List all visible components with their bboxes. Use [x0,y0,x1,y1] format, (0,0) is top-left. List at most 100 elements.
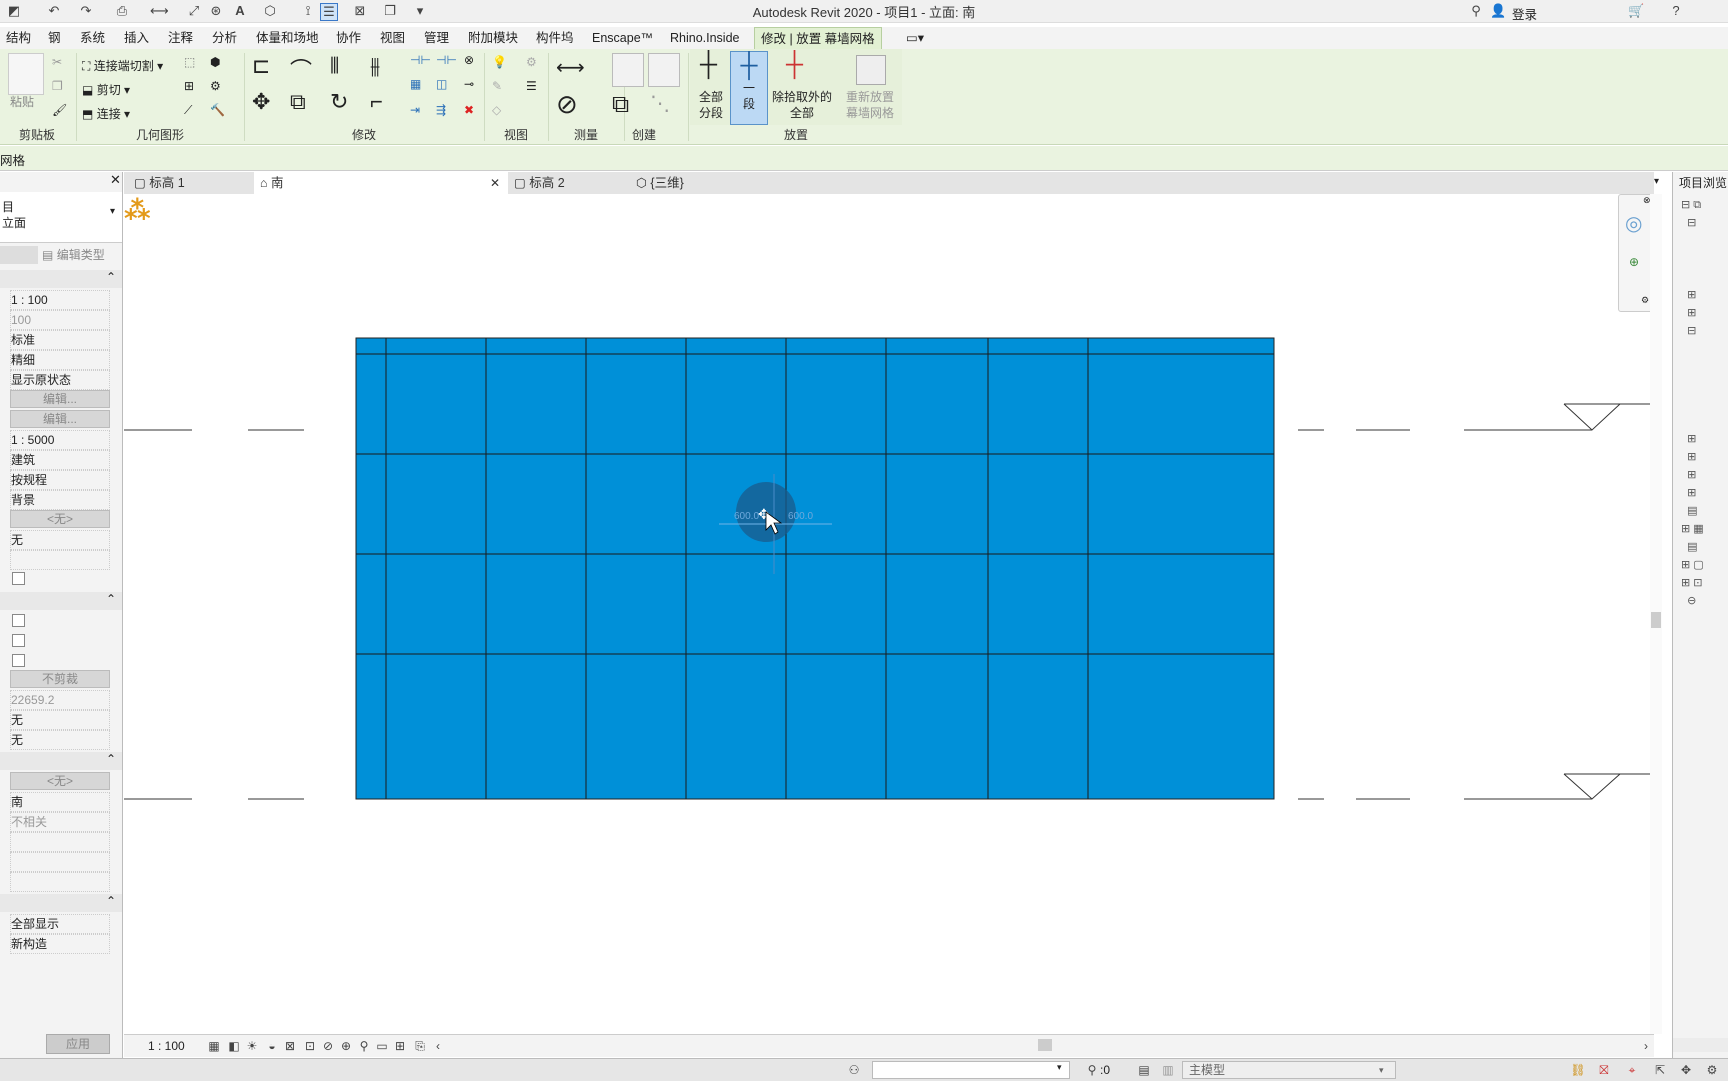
tab-insert[interactable]: 插入 [118,27,155,49]
crop-view-checkbox[interactable] [12,614,25,627]
scope-box-field[interactable]: 无 [10,710,110,730]
design-option-toggle-icon[interactable]: ▥ [1160,1062,1176,1078]
line-style-icon[interactable]: ☰ [526,79,537,93]
help-icon[interactable]: ? [1668,3,1684,19]
select-underlay-icon[interactable]: ⛝ [1596,1062,1612,1078]
ribbon-minimize-icon[interactable]: ▭▾ [900,27,930,49]
curtain-wall[interactable] [355,337,1275,800]
select-by-face-icon[interactable]: ⇱ [1652,1062,1668,1078]
phase-field[interactable]: 新构造 [10,934,110,954]
steering-wheel-icon[interactable]: ◎ [1625,211,1642,236]
rotate-icon[interactable]: ↻ [330,89,348,115]
delete-icon[interactable]: ✖ [464,103,474,117]
tab-steel[interactable]: 钢 [42,27,67,49]
tab-massing[interactable]: 体量和场地 [250,27,325,49]
temp-hide-icon[interactable]: ⊕ [338,1038,354,1054]
tab-systems[interactable]: 系统 [74,27,111,49]
detail-level-field[interactable]: 精细 [10,350,110,370]
select-pinned-icon[interactable]: ⌖ [1624,1062,1640,1078]
tab-components[interactable]: 构件坞 [530,27,580,49]
analytical-model-icon[interactable]: ⊞ [392,1038,408,1054]
reveal-hidden-icon[interactable]: ⚲ [356,1038,372,1054]
show-hidden-lines-field[interactable]: 按规程 [10,470,110,490]
section-header-identity[interactable]: ⌃ [0,752,122,770]
paint-icon[interactable]: ⚙ [210,79,221,93]
align-icon[interactable]: ⊏ [252,53,270,79]
dim-right-label[interactable]: 600.0 [788,511,813,522]
tab-manage[interactable]: 管理 [418,27,455,49]
annotation-crop-checkbox[interactable] [12,654,25,667]
color-scheme-location-field[interactable]: 背景 [10,490,110,510]
crop-view-icon[interactable]: ⊠ [282,1038,298,1054]
temp-view-props-icon[interactable]: ▭ [374,1038,390,1054]
vertical-scrollbar[interactable] [1650,194,1662,1034]
worksets-icon[interactable]: ⚇ [846,1062,862,1078]
undo-icon[interactable]: ↶ [46,3,62,19]
cut-join-button[interactable]: ⛶ 连接端切割 ▾ [82,57,163,74]
tab-level-2[interactable]: ▢ 标高 2 [508,172,632,194]
create-group-icon[interactable]: ⧉ [612,91,629,119]
customize-qat-icon[interactable]: ▾ [412,3,428,19]
dimension-icon[interactable]: ⤢ [186,3,202,19]
relocate-grid-button[interactable]: 重新放置 幕墙网格 [840,89,900,121]
user-icon[interactable]: 👤 [1490,3,1506,19]
text-icon[interactable]: A [232,3,248,19]
section-icon[interactable]: ⟟ [300,3,316,19]
paste-icon[interactable] [8,53,44,95]
cart-icon[interactable]: 🛒 [1628,3,1644,19]
override-icon[interactable]: ⚙ [526,55,537,69]
horizontal-scroll-thumb[interactable] [1038,1039,1052,1051]
vg-overrides-edit-button[interactable]: 编辑... [10,390,110,408]
visual-style-icon[interactable]: ◧ [226,1038,242,1054]
join-button[interactable]: ⬒ 连接 ▾ [82,105,130,122]
extend-icon[interactable]: ⇥ [410,103,420,117]
all-segments-icon[interactable]: ┼ [700,51,717,79]
beam-join-icon[interactable]: ⟋ [184,103,192,118]
shadows-icon[interactable]: ◒ [264,1038,280,1054]
associated-datum-field[interactable]: 无 [10,730,110,750]
copy-icon[interactable]: ⧉ [290,89,306,115]
color-scheme-button[interactable]: <无> [10,510,110,528]
measure-icon[interactable]: ⟷ [150,3,169,19]
tab-south-elevation[interactable]: ⌂ 南 ✕ [254,172,508,194]
tab-rhino-inside[interactable]: Rhino.Inside [664,27,746,49]
tab-overflow-icon[interactable]: ▾ [1654,176,1659,187]
tab-addins[interactable]: 附加模块 [462,27,524,49]
close-icon[interactable]: ✕ [110,172,121,188]
default-analysis-field[interactable]: 无 [10,530,110,550]
pin-icon[interactable]: ⊸ [464,77,474,91]
tab-annotate[interactable]: 注释 [162,27,199,49]
match-properties-icon[interactable]: 🖌 [52,103,67,117]
scroll-right-icon[interactable]: › [1638,1038,1654,1054]
all-except-picked-button[interactable]: 除拾取外的 全部 [770,89,834,121]
split-gap-icon[interactable]: ⊣⊢ [436,53,457,67]
browser-tree[interactable]: ⊟ ⧉ ⊟ ⊞ ⊞ ⊟ ⊞ ⊞ ⊞ ⊞ ▤ ⊞ ▦ ▤ ⊞ ▢ ⊞ ⊡ ⊖ [1681,196,1704,610]
create-parts-icon[interactable] [648,53,680,87]
trim-icon[interactable]: ⌐ [370,89,383,115]
close-hidden-icon[interactable]: ⊠ [352,3,368,19]
similar-icon[interactable]: ⋱ [650,91,670,116]
apply-button[interactable]: 应用 [46,1034,110,1054]
empty-field-2[interactable] [10,832,110,852]
extend-multi-icon[interactable]: ⇶ [436,103,446,117]
discipline-field[interactable]: 建筑 [10,450,110,470]
highlight-displacement-icon[interactable]: ⎘ [412,1038,428,1054]
view-template-button[interactable]: <无> [10,772,110,790]
aligned-dimension-icon[interactable]: ⊘ [556,89,578,120]
view-name-field[interactable]: 南 [10,792,110,812]
tab-enscape[interactable]: Enscape™ [586,27,659,49]
switch-windows-icon[interactable]: ❐ [382,3,398,19]
one-segment-button[interactable]: ┼ 一 段 [730,51,768,125]
parts-visibility-field[interactable]: 显示原状态 [10,370,110,390]
cut-clip-icon[interactable]: ✂ [52,55,62,69]
print-icon[interactable]: ⎙ [114,3,130,19]
tab-modify-place-curtain-grid[interactable]: 修改 | 放置 幕墙网格 [754,27,882,50]
demolish-icon[interactable]: ⊞ [184,79,194,93]
phase-filter-field[interactable]: 全部显示 [10,914,110,934]
far-clipping-button[interactable]: 不剪裁 [10,670,110,688]
tag-icon[interactable]: ⊛ [208,3,224,19]
browser-scrollbar[interactable] [1673,1038,1728,1052]
section-header-extents[interactable]: ⌃ [0,592,122,610]
array-icon[interactable]: ▦ [410,77,421,91]
section-header-phasing[interactable]: ⌃ [0,894,122,912]
